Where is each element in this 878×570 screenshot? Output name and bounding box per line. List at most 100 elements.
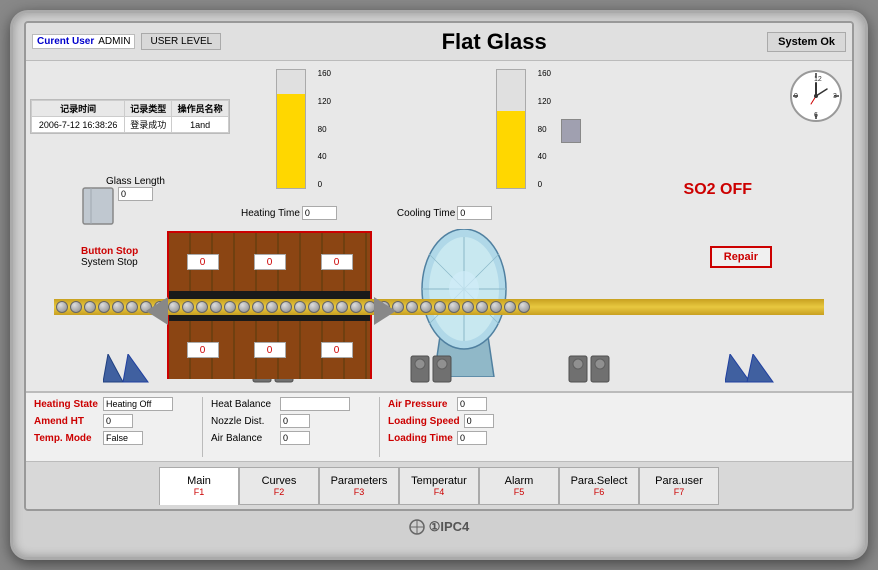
gauge-right-fill — [497, 111, 525, 188]
current-user-label: Curent User — [37, 36, 94, 47]
nav-parameters-label: Parameters — [331, 475, 388, 487]
nav-temperatur-sub: F4 — [434, 487, 445, 497]
status-col-1: Heating State Amend HT Temp. Mode — [34, 397, 194, 457]
log-col-operator: 操作员名称 — [172, 101, 229, 117]
nav-para-user[interactable]: Para.user F7 — [639, 467, 719, 505]
roller — [196, 301, 208, 313]
roller — [168, 301, 180, 313]
nav-curves[interactable]: Curves F2 — [239, 467, 319, 505]
nozzle-dist-input[interactable] — [280, 414, 310, 428]
gauge-right-bg — [496, 69, 526, 189]
loading-time-row: Loading Time — [388, 431, 548, 445]
air-pressure-input[interactable] — [457, 397, 487, 411]
right-gauge-indicator — [561, 119, 581, 143]
nav-parameters[interactable]: Parameters F3 — [319, 467, 399, 505]
divider-2 — [379, 397, 380, 457]
nav-para-user-sub: F7 — [674, 487, 685, 497]
roller — [476, 301, 488, 313]
arrow-left-icon — [146, 297, 168, 325]
furnace-top: 0 0 0 — [169, 233, 370, 291]
loading-speed-row: Loading Speed — [388, 414, 548, 428]
gauge-left-fill — [277, 94, 305, 188]
heating-time-input[interactable] — [302, 206, 337, 220]
cooling-time-input[interactable] — [457, 206, 492, 220]
log-table: 记录时间 记录类型 操作员名称 2006-7-12 16:38:26 登录成功 … — [30, 99, 230, 134]
status-panel: Heating State Amend HT Temp. Mode — [26, 391, 852, 461]
amend-ht-row: Amend HT — [34, 414, 194, 428]
svg-text:3: 3 — [833, 93, 837, 100]
nav-alarm-sub: F5 — [514, 487, 525, 497]
roller — [84, 301, 96, 313]
main-area: 记录时间 记录类型 操作员名称 2006-7-12 16:38:26 登录成功 … — [26, 61, 852, 461]
nav-temperatur[interactable]: Temperatur F4 — [399, 467, 479, 505]
roller — [210, 301, 222, 313]
roller — [294, 301, 306, 313]
nozzle-dist-row: Nozzle Dist. — [211, 414, 371, 428]
air-balance-input[interactable] — [280, 431, 310, 445]
air-balance-label: Air Balance — [211, 433, 276, 444]
amend-ht-input[interactable] — [103, 414, 133, 428]
loading-speed-label: Loading Speed — [388, 416, 460, 427]
roller — [406, 301, 418, 313]
system-ok-badge: System Ok — [767, 32, 846, 52]
log-col-type: 记录类型 — [125, 101, 172, 117]
nav-para-select[interactable]: Para.Select F6 — [559, 467, 639, 505]
svg-text:12: 12 — [814, 76, 822, 83]
loading-speed-input[interactable] — [464, 414, 494, 428]
conveyor-belt — [54, 299, 824, 315]
right-support-svg — [725, 354, 775, 384]
furnace-val-bot-1: 0 — [187, 342, 219, 358]
roller — [336, 301, 348, 313]
furnace-val-top-1: 0 — [187, 254, 219, 270]
roller — [252, 301, 264, 313]
brand-icon — [409, 519, 425, 535]
svg-text:9: 9 — [794, 93, 798, 100]
temp-mode-label: Temp. Mode — [34, 433, 99, 444]
glass-length-label: Glass Length — [106, 176, 165, 187]
glass-length-input[interactable] — [118, 187, 153, 201]
loading-time-input[interactable] — [457, 431, 487, 445]
admin-value: ADMIN — [98, 36, 130, 47]
log-type: 登录成功 — [125, 117, 172, 133]
roller — [322, 301, 334, 313]
nav-main-label: Main — [187, 475, 211, 487]
gauge-right-scale: 160 120 80 40 0 — [538, 69, 551, 189]
roller — [280, 301, 292, 313]
monitor: Curent User ADMIN USER LEVEL Flat Glass … — [10, 10, 868, 560]
heating-state-label: Heating State — [34, 399, 99, 410]
nav-para-select-sub: F6 — [594, 487, 605, 497]
temp-mode-input[interactable] — [103, 431, 143, 445]
furnace-val-bot-2: 0 — [254, 342, 286, 358]
roller — [98, 301, 110, 313]
user-level-button[interactable]: USER LEVEL — [141, 33, 221, 50]
status-col-3: Air Pressure Loading Speed Loading Time — [388, 397, 548, 457]
heat-balance-row: Heat Balance — [211, 397, 371, 411]
page-title: Flat Glass — [227, 29, 761, 55]
svg-text:6: 6 — [814, 112, 818, 119]
brand-label: ①IPC4 — [429, 519, 470, 535]
heat-balance-label: Heat Balance — [211, 399, 276, 410]
roller — [238, 301, 250, 313]
heating-state-input[interactable] — [103, 397, 173, 411]
cooling-time-control: Cooling Time — [397, 206, 492, 220]
nav-alarm[interactable]: Alarm F5 — [479, 467, 559, 505]
nav-main[interactable]: Main F1 — [159, 467, 239, 505]
heat-balance-input[interactable] — [280, 397, 350, 411]
user-block: Curent User ADMIN — [32, 34, 135, 49]
nav-bar: Main F1 Curves F2 Parameters F3 Temperat… — [26, 461, 852, 509]
furnace-val-bot-3: 0 — [321, 342, 353, 358]
roller — [266, 301, 278, 313]
roller — [518, 301, 530, 313]
left-gauge: 160 120 80 40 0 — [266, 69, 321, 199]
nozzle-dist-label: Nozzle Dist. — [211, 416, 276, 427]
amend-ht-label: Amend HT — [34, 416, 99, 427]
log-time: 2006-7-12 16:38:26 — [32, 117, 125, 133]
log-col-time: 记录时间 — [32, 101, 125, 117]
monitor-bottom: ①IPC4 — [409, 511, 470, 543]
furnace-val-top-3: 0 — [321, 254, 353, 270]
nav-para-select-label: Para.Select — [571, 475, 628, 487]
roller — [434, 301, 446, 313]
pipe-mid-svg — [409, 354, 469, 384]
roller — [420, 301, 432, 313]
glass-length-area: Glass Length — [106, 176, 165, 201]
